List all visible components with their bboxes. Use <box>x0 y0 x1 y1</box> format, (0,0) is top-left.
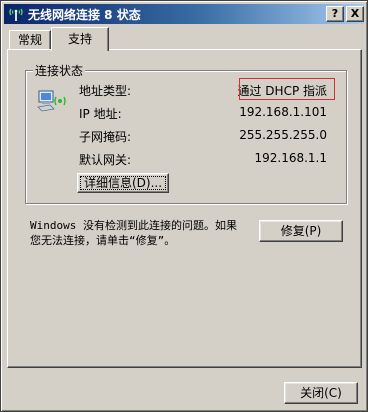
subnet-mask-value: 255.255.255.0 <box>239 128 327 142</box>
repair-message-line-2: 您无法连接，请单击“修复”。 <box>30 234 176 247</box>
details-button[interactable]: 详细信息(D)... <box>77 173 169 193</box>
help-button[interactable]: ? <box>326 6 344 22</box>
status-dialog: 无线网络连接 8 状态 ? X 常规 支持 连接状态 地址类型: 通过 DHCP… <box>0 0 368 412</box>
repair-button[interactable]: 修复(P) <box>259 220 343 242</box>
network-connection-icon <box>37 90 66 112</box>
default-gateway-value: 192.168.1.1 <box>254 151 327 165</box>
ip-address-label: IP 地址: <box>79 107 122 121</box>
subnet-mask-label: 子网掩码: <box>79 130 132 144</box>
tab-general[interactable]: 常规 <box>9 30 51 50</box>
close-window-button[interactable]: X <box>346 6 364 22</box>
close-button[interactable]: 关闭(C) <box>284 382 358 404</box>
window-title: 无线网络连接 8 状态 <box>28 8 141 22</box>
tab-support[interactable]: 支持 <box>51 27 109 51</box>
wireless-network-icon <box>9 8 23 21</box>
repair-message: Windows 没有检测到此连接的问题。如果 您无法连接，请单击“修复”。 <box>30 218 252 248</box>
title-bar[interactable]: 无线网络连接 8 状态 ? X <box>4 4 364 24</box>
group-label: 连接状态 <box>33 62 86 79</box>
highlight-annotation <box>239 78 335 100</box>
ip-address-value: 192.168.1.101 <box>239 105 327 119</box>
repair-message-line-1: Windows 没有检测到此连接的问题。如果 <box>30 219 237 232</box>
address-type-label: 地址类型: <box>79 84 132 98</box>
default-gateway-label: 默认网关: <box>79 153 132 167</box>
